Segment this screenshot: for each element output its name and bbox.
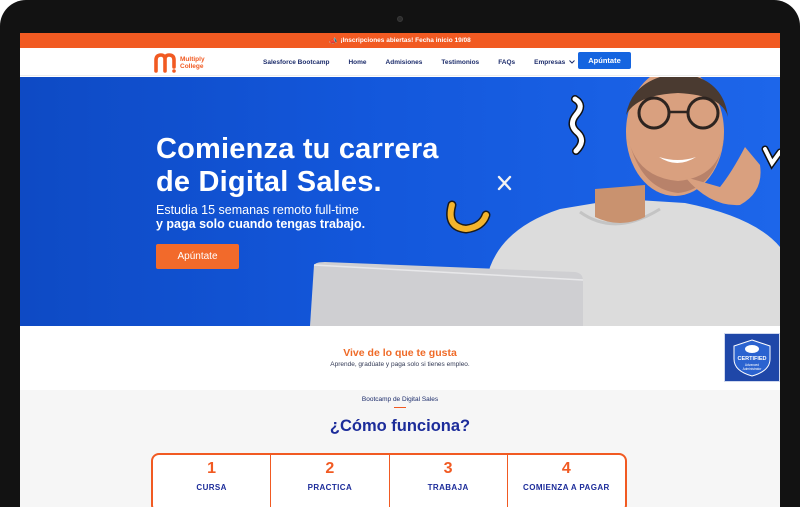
step-number: 2 [325, 460, 335, 477]
nav-item-empresas[interactable]: Empresas [534, 58, 576, 66]
step-card-4: 4 COMIENZA A PAGAR [508, 455, 625, 507]
promo-text: ¡Inscripciones abiertas! Fecha inicio 19… [340, 37, 471, 44]
step-number: 3 [443, 460, 453, 477]
multiply-m-icon [154, 53, 176, 73]
hero-title-line: Comienza tu carrera [156, 133, 439, 165]
tagline-section: Vive de lo que te gusta Aprende, gradúat… [20, 347, 780, 368]
salesforce-certified-icon: CERTIFIED Advanced Administrator [733, 338, 771, 377]
hero-subtitle-line-1: Estudia 15 semanas remoto full-time [156, 203, 359, 217]
section-kicker: Bootcamp de Digital Sales [361, 396, 439, 403]
hero-apuntate-button[interactable]: Apúntate [156, 244, 239, 269]
step-number: 4 [561, 460, 571, 477]
brand-line-1: Multiply [180, 56, 205, 63]
section-title: ¿Cómo funciona? [329, 417, 471, 435]
tagline-subtitle: Aprende, gradúate y paga solo si tienes … [330, 361, 470, 368]
nav-item-admisiones[interactable]: Admisiones [386, 59, 423, 66]
laptop-prop [310, 262, 583, 326]
how-it-works-section: Bootcamp de Digital Sales ¿Cómo funciona… [20, 390, 780, 507]
step-label: TRABAJA [427, 483, 469, 492]
nav-apuntate-button[interactable]: Apúntate [578, 52, 631, 69]
nav-item-testimonios[interactable]: Testimonios [441, 59, 479, 66]
brand-logo[interactable]: Multiply College [154, 52, 205, 74]
steps-panel: 1 CURSA 2 PRACTICA 3 TRABAJA 4 COMIENZA … [151, 453, 627, 507]
nav-label: Salesforce Bootcamp [263, 58, 330, 66]
browser-viewport: 📣 ¡Inscripciones abiertas! Fecha inicio … [20, 33, 780, 507]
nav-label: Empresas [534, 58, 566, 66]
step-label: COMIENZA A PAGAR [523, 483, 610, 492]
chevron-down-icon [569, 60, 576, 64]
step-label: PRACTICA [307, 483, 353, 492]
hero-title: Comienza tu carrera de Digital Sales. [156, 133, 439, 199]
step-card-2: 2 PRACTICA [271, 455, 390, 507]
brand-wordmark: Multiply College [180, 56, 205, 70]
nav-label: Admisiones [385, 58, 423, 66]
step-number: 1 [207, 460, 217, 477]
hero-title-line: de Digital Sales. [156, 166, 382, 198]
nav-item-faqs[interactable]: FAQs [498, 59, 515, 66]
step-card-3: 3 TRABAJA [390, 455, 508, 507]
cross-decoration [497, 175, 512, 191]
hero-illustration [310, 77, 780, 326]
certification-badge[interactable]: CERTIFIED Advanced Administrator [724, 333, 780, 382]
badge-title: CERTIFIED [737, 356, 766, 362]
kicker-underline [394, 407, 406, 408]
badge-line-2: Administrator [743, 367, 763, 371]
main-menu: Salesforce Bootcamp Home Admisiones Test… [263, 48, 594, 76]
tagline-title: Vive de lo que te gusta [343, 347, 457, 359]
nav-label: FAQs [498, 58, 516, 66]
nav-item-salesforce-bootcamp[interactable]: Salesforce Bootcamp [263, 59, 329, 66]
promo-bar[interactable]: 📣 ¡Inscripciones abiertas! Fecha inicio … [20, 33, 780, 48]
nav-item-home[interactable]: Home [348, 59, 366, 66]
webcam-icon [397, 16, 403, 22]
navbar: Multiply College Salesforce Bootcamp Hom… [20, 48, 780, 76]
hero-subtitle-line-2: y paga solo cuando tengas trabajo. [156, 217, 366, 231]
megaphone-icon: 📣 [329, 37, 338, 45]
nav-label: Testimonios [441, 58, 480, 66]
brand-line-2: College [180, 63, 204, 70]
step-label: CURSA [196, 483, 227, 492]
hero-section: Comienza tu carrera de Digital Sales. Es… [20, 77, 780, 326]
step-card-1: 1 CURSA [153, 455, 272, 507]
nav-label: Home [348, 58, 367, 66]
